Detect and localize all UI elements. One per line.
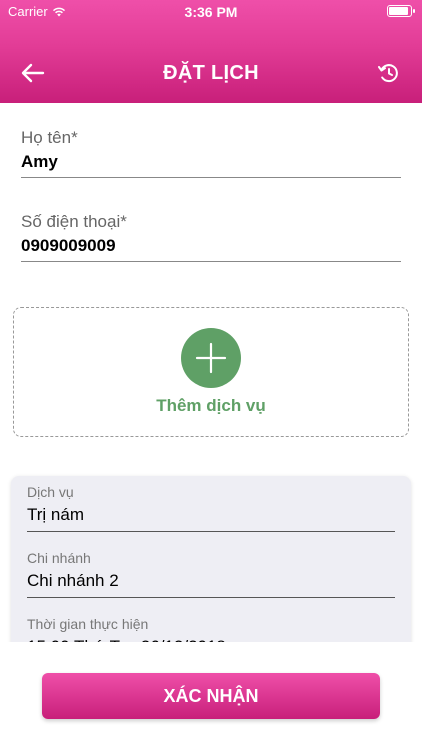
history-button[interactable] — [374, 58, 404, 88]
phone-field[interactable]: Số điện thoại* 0909009009 — [21, 212, 401, 262]
branch-value[interactable]: Chi nhánh 2 — [27, 571, 395, 598]
service-field[interactable]: Dịch vụ Trị nám — [27, 484, 395, 532]
branch-label: Chi nhánh — [27, 550, 91, 566]
clock: 3:36 PM — [184, 4, 238, 20]
add-service-button[interactable]: Thêm dịch vụ — [13, 307, 409, 437]
name-label: Họ tên* — [21, 128, 78, 147]
battery-icon — [387, 5, 415, 17]
phone-label: Số điện thoại* — [21, 212, 127, 231]
history-icon — [378, 64, 398, 83]
plus-icon — [195, 342, 227, 374]
name-field[interactable]: Họ tên* Amy — [21, 128, 401, 178]
add-service-circle[interactable] — [181, 328, 241, 388]
branch-field[interactable]: Chi nhánh Chi nhánh 2 — [27, 550, 395, 598]
app-header: Carrier 3:36 PM ĐẶT LỊCH — [0, 0, 422, 103]
service-card[interactable]: Dịch vụ Trị nám Chi nhánh Chi nhánh 2 Th… — [11, 476, 411, 656]
status-bar: Carrier 3:36 PM — [0, 0, 422, 22]
service-value[interactable]: Trị nám — [27, 505, 395, 532]
confirm-button[interactable]: XÁC NHẬN — [42, 673, 380, 719]
name-input[interactable]: Amy — [21, 152, 401, 178]
add-service-label: Thêm dịch vụ — [156, 396, 266, 415]
phone-input[interactable]: 0909009009 — [21, 236, 401, 262]
page-title: ĐẶT LỊCH — [163, 62, 259, 84]
service-label: Dịch vụ — [27, 484, 74, 500]
time-label: Thời gian thực hiện — [27, 616, 149, 632]
